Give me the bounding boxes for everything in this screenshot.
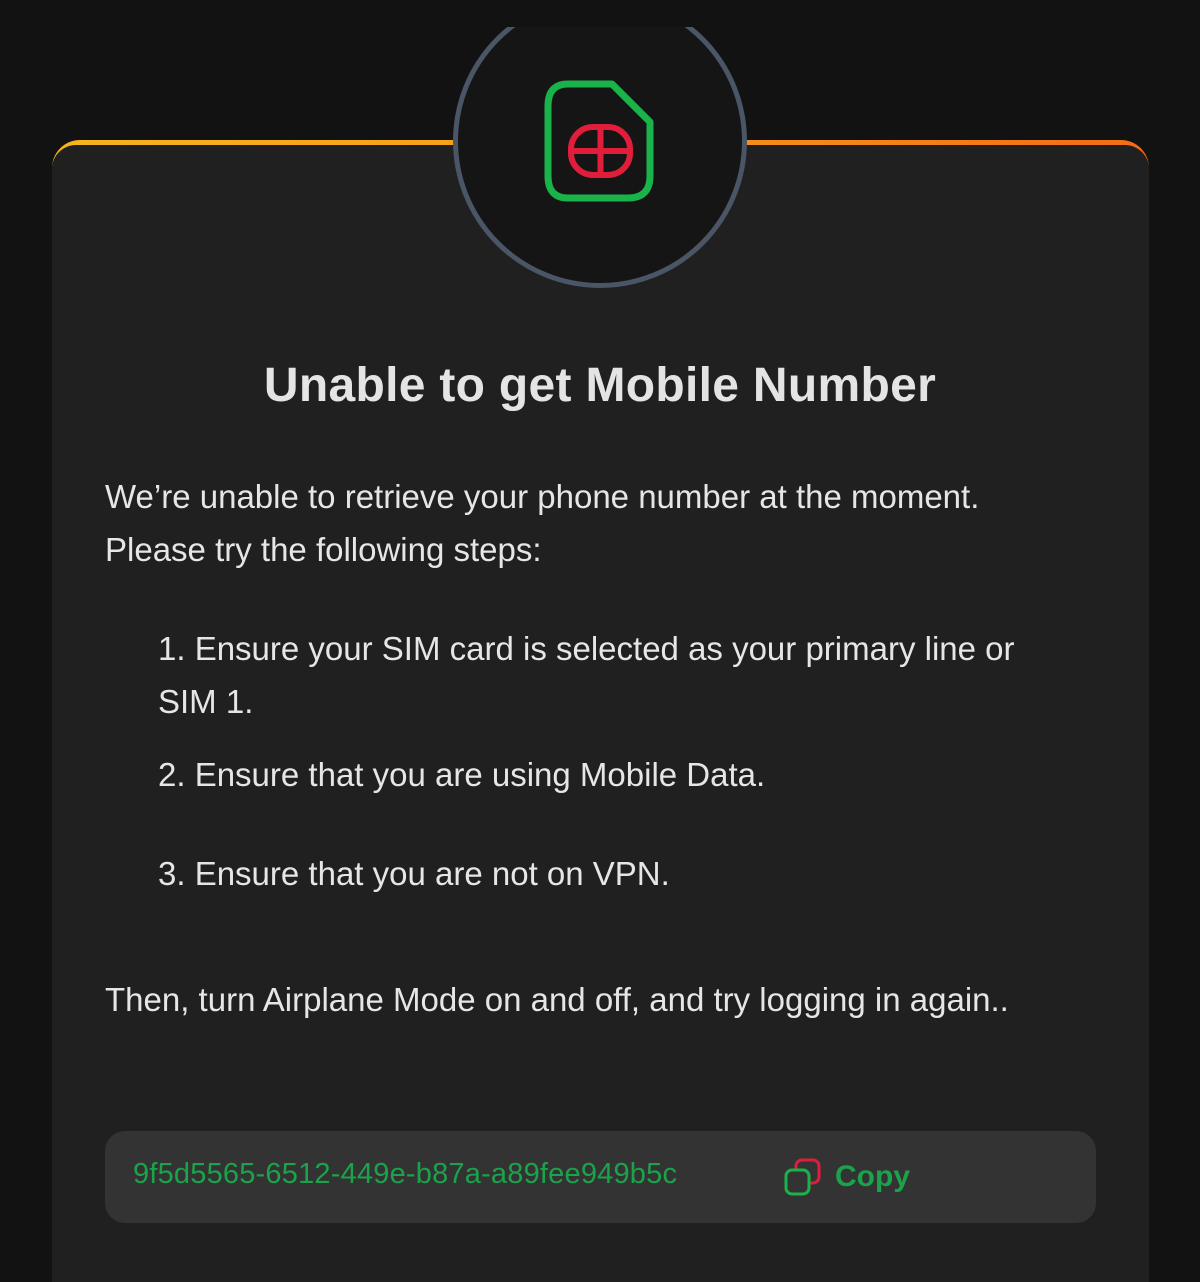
reference-id: 9f5d5565-6512-449e-b87a-a89fee949b5c: [133, 1158, 678, 1190]
step-item: 1. Ensure your SIM card is selected as y…: [158, 630, 1015, 720]
copy-label: Copy: [835, 1160, 910, 1193]
copy-button[interactable]: Copy: [783, 1153, 910, 1201]
sim-card-icon: [544, 80, 654, 202]
outro-text: Then, turn Airplane Mode on and off, and…: [105, 981, 1009, 1018]
reference-id-box: 9f5d5565-6512-449e-b87a-a89fee949b5c Cop…: [105, 1131, 1096, 1223]
step-item: 3. Ensure that you are not on VPN.: [158, 855, 670, 892]
dialog-title: Unable to get Mobile Number: [263, 359, 937, 412]
step-item: 2. Ensure that you are using Mobile Data…: [158, 756, 766, 793]
intro-text: We’re unable to retrieve your phone numb…: [105, 478, 980, 568]
copy-icon: [784, 1158, 821, 1196]
error-screen: Unable to get Mobile Number We’re unable…: [0, 0, 1200, 1282]
